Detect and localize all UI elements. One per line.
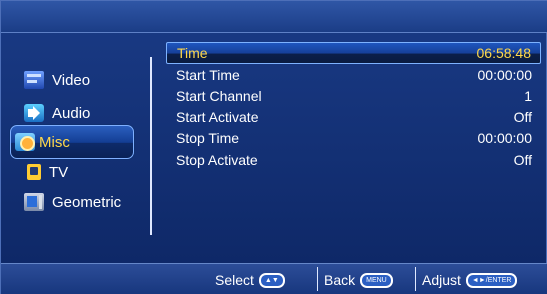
setting-value: Off xyxy=(513,152,532,168)
tv-icon xyxy=(27,164,41,180)
bottom-bar: Select ▲▼ Back MENU Adjust ◄►/ENTER xyxy=(1,263,547,294)
setting-row-stop-activate[interactable]: Stop Activate Off xyxy=(166,149,541,171)
select-label: Select xyxy=(215,272,254,288)
sidebar-item-tv[interactable]: TV xyxy=(1,159,151,185)
sidebar-item-label: Video xyxy=(52,71,91,89)
setting-row-start-time[interactable]: Start Time 00:00:00 xyxy=(166,64,541,86)
panel-divider xyxy=(150,57,152,235)
back-key: MENU xyxy=(360,272,393,288)
back-hint: Back MENU xyxy=(324,271,393,289)
setting-name: Stop Activate xyxy=(176,152,258,168)
setting-value: 00:00:00 xyxy=(477,130,533,146)
setting-name: Stop Time xyxy=(176,130,240,146)
hint-divider xyxy=(317,267,318,291)
settings-panel: Time 06:58:48 Start Time 00:00:00 Start … xyxy=(166,33,541,263)
setting-value: 00:00:00 xyxy=(477,67,533,83)
setting-row-stop-time[interactable]: Stop Time 00:00:00 xyxy=(166,127,541,149)
adjust-hint: Adjust ◄►/ENTER xyxy=(422,271,518,289)
setting-name: Start Activate xyxy=(176,109,259,125)
video-icon xyxy=(24,71,44,89)
sidebar: Video Audio Misc TV Geometric xyxy=(1,33,153,263)
setting-value: 1 xyxy=(524,88,532,104)
sidebar-item-label: Geometric xyxy=(52,193,122,211)
sidebar-item-geometric[interactable]: Geometric xyxy=(1,189,151,215)
setting-row-start-channel[interactable]: Start Channel 1 xyxy=(166,85,541,107)
setting-row-start-activate[interactable]: Start Activate Off xyxy=(166,106,541,128)
setting-name: Start Channel xyxy=(176,88,262,104)
setting-value: Off xyxy=(513,109,532,125)
sidebar-item-label: Misc xyxy=(39,133,70,151)
sidebar-item-video[interactable]: Video xyxy=(1,67,151,93)
audio-icon xyxy=(24,104,44,122)
tv-screen: Video Audio Misc TV Geometric Time 06:58… xyxy=(0,0,547,294)
select-key: ▲▼ xyxy=(258,272,285,288)
sidebar-item-label: TV xyxy=(49,163,69,181)
adjust-key: ◄►/ENTER xyxy=(465,272,518,288)
hint-divider xyxy=(415,267,416,291)
setting-name: Time xyxy=(177,45,208,61)
adjust-label: Adjust xyxy=(422,272,461,288)
misc-icon xyxy=(15,133,35,151)
setting-row-time[interactable]: Time 06:58:48 xyxy=(166,42,541,64)
sidebar-item-label: Audio xyxy=(52,104,91,122)
setting-name: Start Time xyxy=(176,67,240,83)
select-hint: Select ▲▼ xyxy=(215,271,285,289)
geometric-icon xyxy=(24,193,44,211)
setting-value: 06:58:48 xyxy=(476,45,532,61)
sidebar-item-audio[interactable]: Audio xyxy=(1,100,151,126)
back-label: Back xyxy=(324,272,356,288)
sidebar-item-misc[interactable]: Misc xyxy=(10,125,134,159)
top-band xyxy=(1,1,547,33)
